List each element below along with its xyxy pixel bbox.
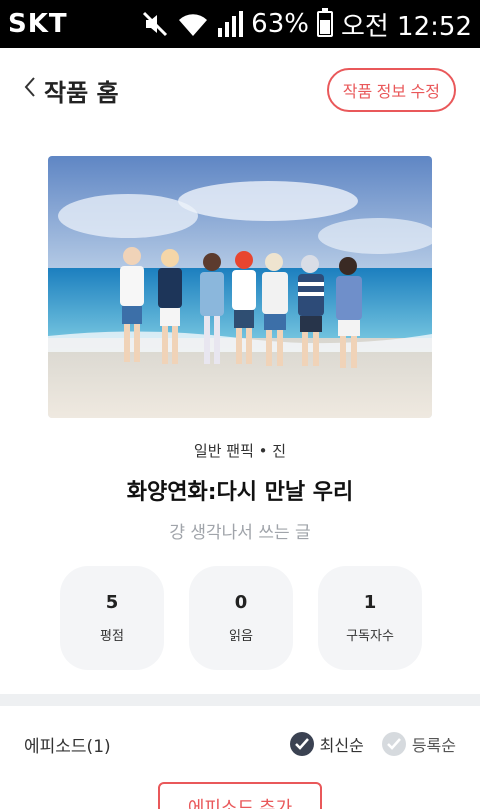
signal-icon <box>217 10 244 38</box>
sort-options: 최신순 등록순 <box>289 732 456 756</box>
back-label: 작품 홈 <box>44 78 119 107</box>
check-circle-icon <box>381 732 406 756</box>
stat-value: 1 <box>363 592 377 613</box>
work-description: 걍 생각나서 쓰는 글 <box>169 523 311 543</box>
edit-work-info-button[interactable]: 작품 정보 수정 <box>326 68 456 112</box>
stat-value: 0 <box>234 592 248 613</box>
wifi-icon <box>177 10 209 38</box>
sort-latest-label: 최신순 <box>319 736 364 755</box>
battery-percent: 63% <box>251 9 309 39</box>
cover-image <box>48 156 432 418</box>
top-header: 작품 홈 작품 정보 수정 <box>0 48 480 132</box>
sort-registered-label: 등록순 <box>411 736 456 755</box>
genre-label: 일반 팬픽 • 진 <box>193 442 287 460</box>
status-bar: SKT 63% 오전 12:52 <box>0 0 480 48</box>
check-circle-icon <box>289 732 314 756</box>
stats-row: 5 평점 0 읽음 1 구독자수 <box>60 566 422 670</box>
mute-icon <box>141 10 169 38</box>
section-divider <box>0 694 480 706</box>
episode-count-label: 에피소드(1) <box>24 736 111 757</box>
stat-rating: 5 평점 <box>60 566 164 670</box>
clock: 오전 12:52 <box>340 11 472 42</box>
stat-label: 읽음 <box>229 629 253 644</box>
stat-label: 평점 <box>100 629 124 644</box>
episode-header: 에피소드(1) 최신순 등록순 <box>0 722 480 766</box>
back-button[interactable]: 작품 홈 <box>24 73 119 108</box>
sort-registered-option[interactable]: 등록순 <box>381 732 456 756</box>
stat-reads: 0 읽음 <box>189 566 293 670</box>
stat-label: 구독자수 <box>346 629 394 644</box>
work-title: 화양연화:다시 만날 우리 <box>126 480 354 505</box>
carrier-label: SKT <box>8 9 68 39</box>
chevron-left-icon <box>24 76 36 104</box>
sort-latest-option[interactable]: 최신순 <box>289 732 364 756</box>
stat-subscribers: 1 구독자수 <box>318 566 422 670</box>
stat-value: 5 <box>105 592 119 613</box>
status-icons: 63% 오전 12:52 <box>141 6 472 43</box>
add-episode-button[interactable]: 에피소드 추가 <box>158 782 322 809</box>
battery-icon <box>316 8 333 37</box>
